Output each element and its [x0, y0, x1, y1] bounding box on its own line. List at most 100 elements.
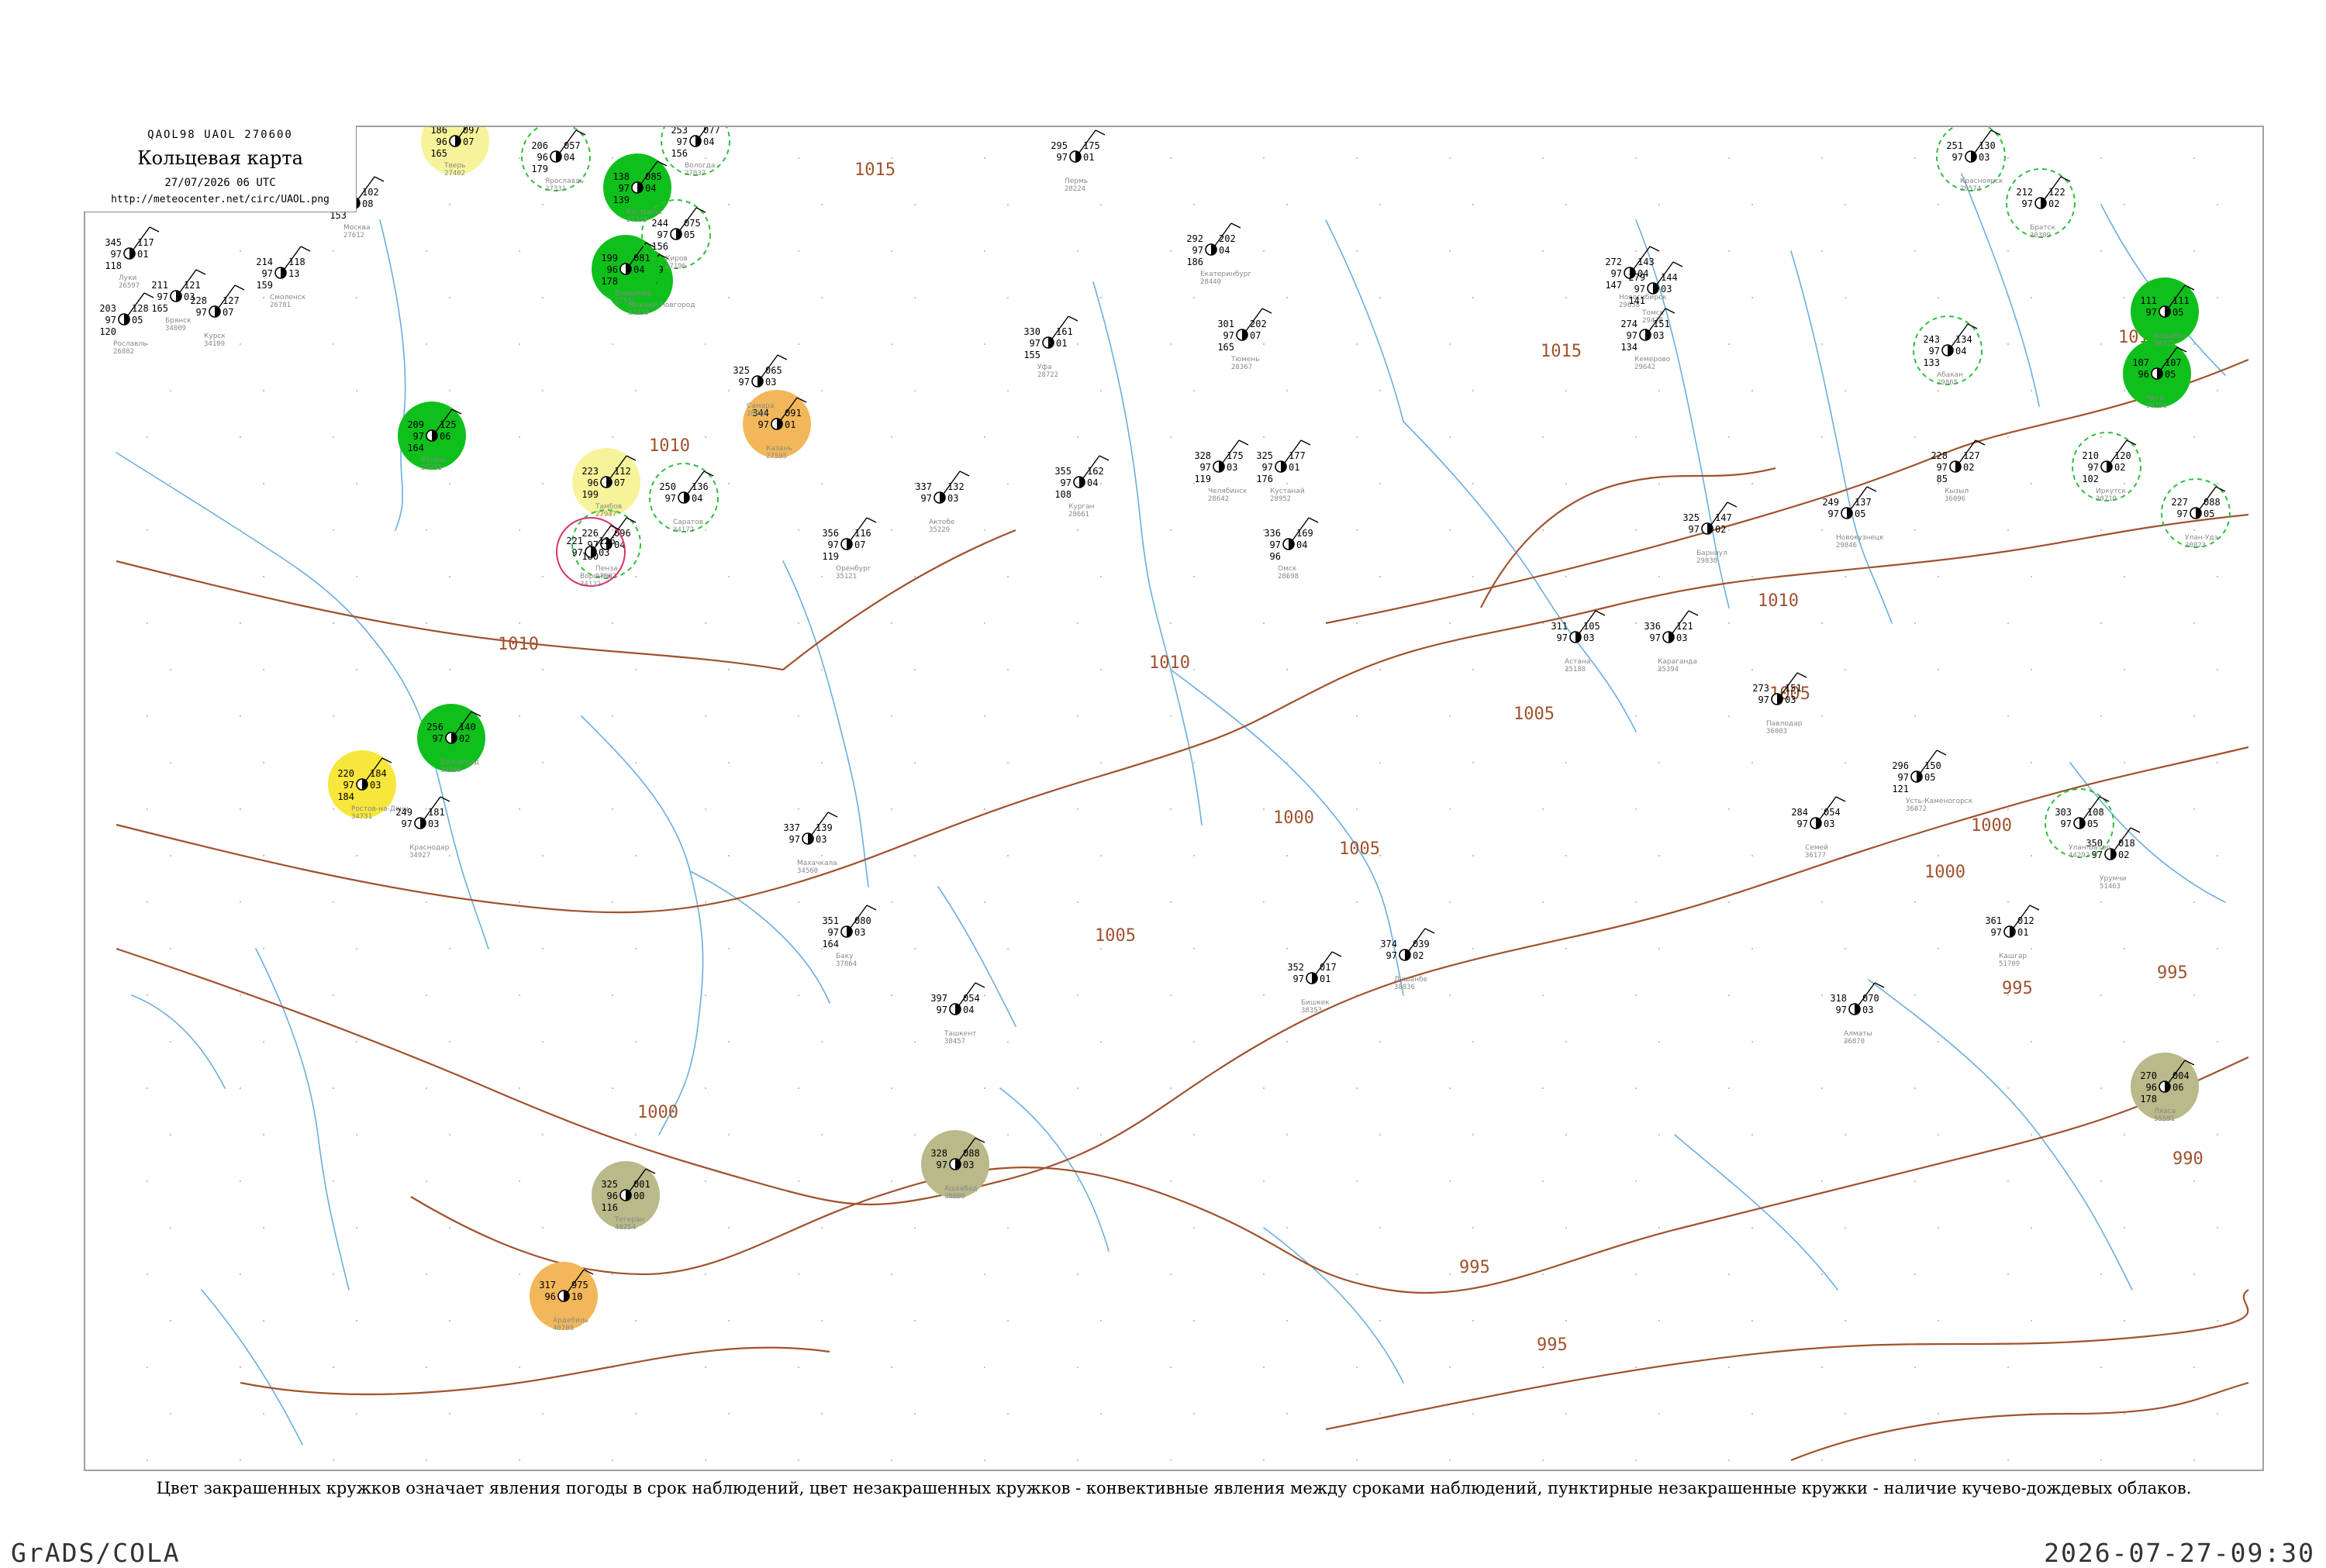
grid-dot — [146, 808, 149, 811]
grid-dot — [1286, 1226, 1289, 1229]
station-marker[interactable]: 344 09197 01Казань27595 — [743, 390, 811, 460]
grid-dot — [611, 1087, 614, 1090]
source-url[interactable]: http://meteocenter.net/circ/UAOL.png — [84, 194, 357, 205]
grid-dot — [2193, 436, 2196, 439]
station-marker[interactable]: 361 012 97 01 Кашгар51709 — [1985, 905, 2040, 968]
river-line — [201, 1289, 303, 1446]
grid-dot — [262, 296, 265, 299]
station-marker[interactable]: 295 175 97 01 Пермь28224 — [1051, 129, 1106, 193]
station-pressure: 080 — [854, 915, 871, 926]
station-temperature: 303 — [2055, 807, 2072, 818]
station-temperature: 272 — [1605, 257, 1622, 267]
wind-feather-icon — [374, 176, 385, 182]
station-marker[interactable]: 352 017 97 01 Бишкек38353 — [1287, 951, 1342, 1015]
grid-dot — [1169, 994, 1172, 997]
grid-dot — [727, 1226, 730, 1229]
grid-dot — [1099, 761, 1103, 764]
grid-dot — [2100, 1180, 2103, 1183]
station-marker[interactable]: 256 140 97 02 Волгоград34560 — [417, 704, 485, 774]
grid-dot — [1914, 436, 1917, 439]
station-marker[interactable]: 228 127 97 07 Курск34109 — [190, 284, 245, 348]
grid-dot — [1006, 854, 1009, 857]
station-marker[interactable]: 249 181 97 03 Краснодар34927 — [395, 796, 450, 860]
grid-dot — [1658, 1040, 1661, 1043]
station-marker[interactable]: 330 161 97 01 155 Уфа28722 — [1023, 315, 1078, 379]
station-marker[interactable]: 214 118 97 13 159 Смоленск26781 — [256, 246, 311, 309]
station-marker[interactable]: 301 202 97 07 165 Тюмень28367 — [1217, 308, 1272, 371]
isobar-label: 1010 — [649, 436, 690, 456]
station-marker[interactable]: 270 004 96 06 178 Лхаса55591 — [2131, 1053, 2199, 1123]
station-marker[interactable]: 318 070 97 03 Алматы36870 — [1830, 982, 1885, 1046]
station-tendency: 03 — [1227, 462, 1237, 473]
station-marker[interactable]: 374 039 97 02 Душанбе38836 — [1380, 928, 1435, 991]
station-marker[interactable]: 228 127 97 02 85 Кызыл36096 — [1931, 439, 1986, 503]
station-name: Курган — [1068, 503, 1095, 511]
station-marker[interactable]: 223 11296 07199Тамбов27947 — [572, 448, 640, 519]
station-marker[interactable]: 210 120 97 02 102 Иркутск30710 — [2072, 432, 2141, 503]
station-marker[interactable]: 279 14497 03141Томск29430 — [1628, 261, 1683, 325]
grid-dot — [983, 436, 986, 439]
grid-dot — [1262, 901, 1265, 904]
grid-dot — [2193, 1459, 2196, 1462]
grid-dot — [239, 1087, 242, 1090]
station-dewpoint: 97 — [1627, 330, 1638, 341]
station-marker[interactable]: 250 136 97 04 Саратов34172 — [649, 463, 719, 534]
station-marker[interactable]: 243 134 97 04 133 Абакан29865 — [1913, 315, 1983, 387]
grid-dot — [239, 622, 242, 625]
station-dewpoint: 97 — [758, 419, 769, 430]
grid-dot — [1076, 901, 1079, 904]
station-dewpoint: 97 — [157, 291, 168, 302]
station-marker[interactable]: 292 202 97 04 186 Екатеринбург28440 — [1186, 222, 1251, 286]
station-pressure: 128 — [132, 303, 149, 314]
station-marker[interactable]: 350 01897 02Урумчи51463 — [2086, 827, 2141, 891]
station-marker[interactable]: 337 132 97 03 Актобе35229 — [915, 470, 970, 534]
station-marker[interactable]: 209 125 97 06 164 Рязань27731 — [398, 401, 466, 472]
station-dewpoint: 97 — [1991, 927, 2002, 938]
station-id: 36177 — [1805, 852, 1826, 860]
grid-dot — [1658, 203, 1661, 206]
grid-dot — [1192, 947, 1196, 950]
station-marker[interactable]: 296 150 97 05 121 Усть-Каменогорск36872 — [1892, 750, 1973, 813]
grid-dot — [1658, 854, 1661, 857]
station-marker[interactable]: 186 097 96 07 165 Тверь27402 — [421, 127, 489, 177]
station-marker[interactable]: 317 975 96 10 Ардебиль40708 — [530, 1262, 598, 1332]
grid-dot — [890, 622, 893, 625]
station-id: 36003 — [1766, 728, 1787, 736]
station-marker[interactable]: 325 177 97 01 176 Кустанай28952 — [1256, 439, 1311, 503]
station-marker[interactable]: 397 054 97 04 Ташкент38457 — [930, 982, 985, 1046]
grid-dot — [1472, 296, 1475, 299]
station-marker[interactable]: 251 130 97 03 Красноярск29574 — [1936, 127, 2006, 193]
station-marker[interactable]: 284 054 97 03 Семей36177 — [1791, 796, 1846, 860]
station-marker[interactable]: 227 088 97 05 Улан-Удэ30823 — [2161, 478, 2231, 550]
grid-dot — [518, 1087, 521, 1090]
grid-dot — [1565, 1133, 1568, 1136]
station-pressure: 108 — [2087, 807, 2104, 818]
station-pressure: 088 — [2203, 497, 2221, 508]
station-marker[interactable]: 212 122 97 02 Братск30309 — [2006, 168, 2076, 240]
station-marker[interactable]: 328 175 97 03 119 Челябинск28642 — [1194, 439, 1249, 503]
station-marker[interactable]: 336 121 97 03 Караганда35394 — [1644, 610, 1699, 674]
grid-dot — [611, 529, 614, 532]
station-marker[interactable]: 355 162 97 04 108 Курган28661 — [1054, 455, 1110, 519]
station-marker[interactable]: 107 10796 05Чита30758 — [2123, 339, 2191, 410]
station-marker[interactable]: 356 116 97 07 119 Оренбург35121 — [822, 517, 877, 581]
station-marker[interactable]: 206 057 96 04 179 Ярославль27331 — [521, 127, 591, 193]
wind-feather-icon — [1300, 439, 1311, 446]
station-marker[interactable]: 337 139 97 03 Махачкала34560 — [783, 812, 838, 875]
station-marker[interactable]: 273 151 97 03 Павлодар36003 — [1752, 672, 1807, 736]
station-marker[interactable]: 253 077 97 04 156 Вологда27037 — [661, 127, 730, 177]
grid-dot — [1286, 389, 1289, 392]
station-marker[interactable]: 303 108 97 05 Улан-Батор44292 — [2045, 788, 2114, 860]
station-marker[interactable]: 203 128 97 05 120 Рославль26882 — [99, 292, 154, 356]
station-marker[interactable]: 138 08597 04139Кострома27333 — [603, 153, 671, 224]
grid-dot — [448, 296, 451, 299]
station-marker[interactable]: 336 169 97 04 96 Омск28698 — [1264, 517, 1319, 581]
grid-dot — [1472, 1226, 1475, 1229]
station-marker[interactable]: 311 105 97 03 Астана35188 — [1551, 610, 1606, 674]
station-marker[interactable]: 351 080 97 03 164 Баку37864 — [822, 905, 877, 968]
station-marker[interactable]: 199 08196 04178Владимир27532 — [592, 235, 660, 305]
station-marker[interactable]: 325 001 96 00 116 Тегеран40754 — [592, 1161, 660, 1232]
station-marker[interactable]: 328 088 97 03 Ашхабад38880 — [921, 1130, 989, 1201]
grid-dot — [1169, 250, 1172, 253]
station-name: Киров — [665, 255, 688, 263]
